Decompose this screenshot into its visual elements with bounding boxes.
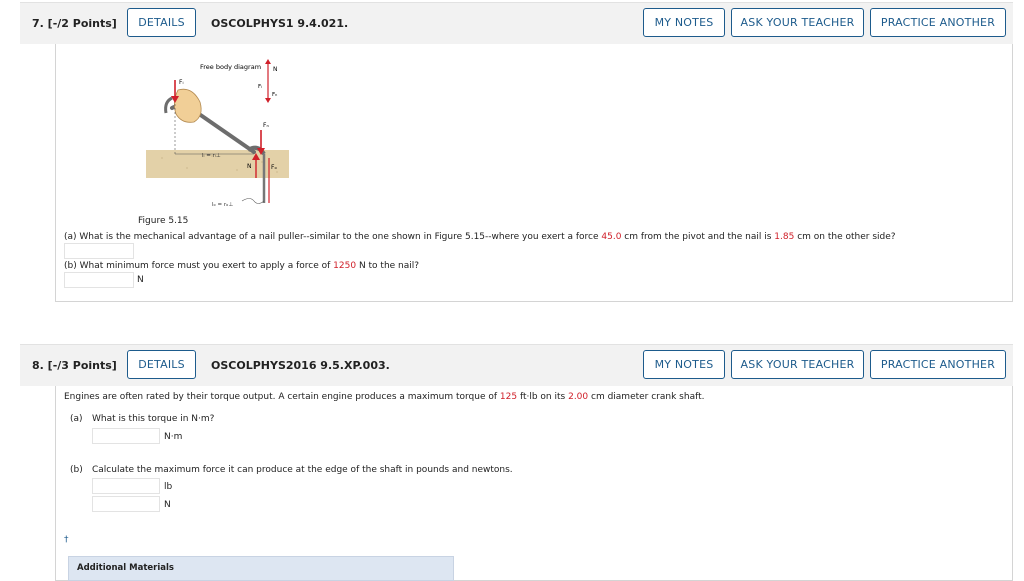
- q7-part-b-text: (b) What minimum force must you exert to…: [64, 261, 419, 271]
- q7-part-a-pre: (a) What is the mechanical advantage of …: [64, 232, 602, 242]
- q7-practice-another-button[interactable]: PRACTICE ANOTHER: [870, 8, 1006, 37]
- q8-part-b-label: (b): [70, 465, 83, 475]
- fbd-fn: Fₙ: [272, 92, 277, 98]
- q8-my-notes-button[interactable]: MY NOTES: [643, 350, 725, 379]
- q7-figure-caption: Figure 5.15: [138, 216, 189, 226]
- q7-part-b-answer[interactable]: [64, 272, 134, 288]
- q8-practice-another-button[interactable]: PRACTICE ANOTHER: [870, 350, 1006, 379]
- q8-part-b-answer-n[interactable]: [92, 496, 160, 512]
- q7-my-notes-button[interactable]: MY NOTES: [643, 8, 725, 37]
- additional-materials-title: Additional Materials: [77, 563, 174, 573]
- fig-fo: Fₒ: [271, 164, 277, 171]
- q7-part-a-value2: 1.85: [774, 232, 795, 242]
- q8-intro-post: cm diameter crank shaft.: [588, 392, 705, 402]
- fig-fn2: Fₙ: [263, 122, 269, 129]
- fbd-fi: Fᵢ: [258, 84, 262, 90]
- q8-intro: Engines are often rated by their torque …: [64, 392, 705, 402]
- fbd-title: Free body diagram: [200, 63, 261, 71]
- fig-li: lᵢ = rᵢ⊥: [202, 153, 221, 159]
- q8-dagger: †: [64, 535, 69, 545]
- q8-part-a-answer[interactable]: [92, 428, 160, 444]
- q8-details-button[interactable]: DETAILS: [127, 350, 196, 379]
- q7-part-a-text: (a) What is the mechanical advantage of …: [64, 232, 896, 242]
- additional-materials-panel[interactable]: Additional Materials: [68, 556, 454, 581]
- q7-part-b-post: N to the nail?: [356, 261, 420, 271]
- nail-puller-diagram: Fᵢ lᵢ = rᵢ⊥ Fₙ Fₒ N lₒ = rₒ⊥ Free body d…: [146, 59, 289, 208]
- hand: [174, 88, 202, 123]
- q7-part-b-unit: N: [137, 275, 144, 285]
- q7-header: 7. [-/2 Points] DETAILS OSCOLPHYS1 9.4.0…: [20, 2, 1013, 44]
- q7-part-b-value1: 1250: [333, 261, 357, 271]
- q8-intro-mid: ft·lb on its: [517, 392, 569, 402]
- fig-lo: lₒ = rₒ⊥: [212, 202, 233, 208]
- q8-ask-teacher-button[interactable]: ASK YOUR TEACHER: [731, 350, 864, 379]
- q8-part-a-unit: N·m: [164, 432, 183, 442]
- fig-fi-hand: Fᵢ: [179, 79, 184, 86]
- nail-puller-figure: Fᵢ lᵢ = rᵢ⊥ Fₙ Fₒ N lₒ = rₒ⊥ Free body d…: [142, 58, 297, 218]
- q8-intro-value1: 125: [499, 392, 518, 402]
- q8-code: OSCOLPHYS2016 9.5.XP.003.: [211, 359, 390, 372]
- q7-part-a-value1: 45.0: [601, 232, 622, 242]
- q8-part-b-unit-lb: lb: [164, 482, 173, 492]
- q7-part-a-post: cm on the other side?: [794, 232, 896, 242]
- q8-header: 8. [-/3 Points] DETAILS OSCOLPHYS2016 9.…: [20, 344, 1013, 386]
- q7-part-a-answer[interactable]: [64, 243, 134, 259]
- q8-part-b-unit-n: N: [164, 500, 171, 510]
- q8-intro-value2: 2.00: [568, 392, 589, 402]
- q7-details-button[interactable]: DETAILS: [127, 8, 196, 37]
- q7-code: OSCOLPHYS1 9.4.021.: [211, 17, 349, 30]
- fig-n2: N: [247, 163, 252, 170]
- q7-part-a-mid: cm from the pivot and the nail is: [621, 232, 775, 242]
- q7-number: 7. [-/2 Points]: [32, 17, 117, 30]
- q8-part-b-text: Calculate the maximum force it can produ…: [92, 465, 513, 475]
- q8-part-a-text: What is this torque in N·m?: [92, 414, 215, 424]
- q8-intro-pre: Engines are often rated by their torque …: [64, 392, 500, 402]
- q8-number: 8. [-/3 Points]: [32, 359, 117, 372]
- q7-ask-teacher-button[interactable]: ASK YOUR TEACHER: [731, 8, 864, 37]
- q7-part-b-pre: (b) What minimum force must you exert to…: [64, 261, 334, 271]
- fbd-n: N: [273, 66, 278, 73]
- q8-part-b-answer-lb[interactable]: [92, 478, 160, 494]
- q8-part-a-label: (a): [70, 414, 83, 424]
